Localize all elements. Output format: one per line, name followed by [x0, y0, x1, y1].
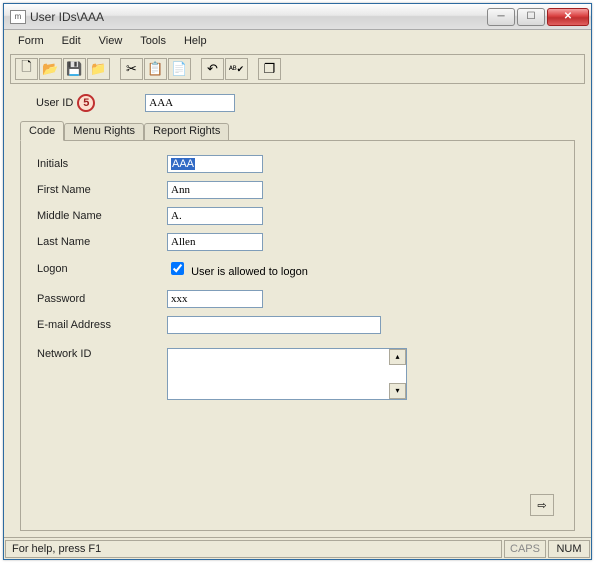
password-label: Password	[37, 293, 167, 305]
middle-name-label: Middle Name	[37, 210, 167, 222]
email-label: E-mail Address	[37, 319, 167, 331]
arrow-right-icon: ⇨	[537, 499, 546, 512]
user-id-row: User ID 5	[36, 94, 575, 112]
open-icon[interactable]: 📂	[39, 58, 62, 80]
step-badge: 5	[77, 94, 95, 112]
statusbar: For help, press F1 CAPS NUM	[4, 537, 591, 559]
tab-menu-rights[interactable]: Menu Rights	[64, 123, 144, 141]
menubar: Form Edit View Tools Help	[4, 30, 591, 52]
logon-checkbox[interactable]	[171, 262, 184, 275]
app-icon: m	[10, 10, 26, 24]
initials-label: Initials	[37, 158, 167, 170]
tab-panel-code: Initials AAA First Name Middle Name Last…	[20, 140, 575, 531]
last-name-label: Last Name	[37, 236, 167, 248]
password-input[interactable]	[167, 290, 263, 308]
email-input[interactable]	[167, 316, 381, 334]
initials-value: AAA	[171, 158, 195, 170]
content-area: User ID 5 Code Menu Rights Report Rights…	[4, 86, 591, 537]
scroll-down-icon[interactable]: ▾	[389, 383, 406, 399]
menu-help[interactable]: Help	[176, 33, 215, 49]
status-num: NUM	[548, 540, 590, 558]
copy-icon[interactable]: 📋	[144, 58, 167, 80]
toolbar: 🗋 📂 💾 📁 ✂ 📋 📄 ↶ ᴬᴮ✔ ❐	[10, 54, 585, 84]
undo-icon[interactable]: ↶	[201, 58, 224, 80]
initials-input[interactable]: AAA	[167, 155, 263, 173]
network-id-label: Network ID	[37, 348, 167, 360]
first-name-label: First Name	[37, 184, 167, 196]
status-caps: CAPS	[504, 540, 546, 558]
menu-tools[interactable]: Tools	[132, 33, 174, 49]
folder-up-icon[interactable]: 📁	[87, 58, 110, 80]
app-window: m User IDs\AAA ─ ☐ ✕ Form Edit View Tool…	[3, 3, 592, 560]
logon-checkbox-row: User is allowed to logon	[167, 259, 308, 278]
logon-label: Logon	[37, 263, 167, 275]
titlebar: m User IDs\AAA ─ ☐ ✕	[4, 4, 591, 30]
cut-icon[interactable]: ✂	[120, 58, 143, 80]
next-arrow-button[interactable]: ⇨	[530, 494, 554, 516]
user-id-label: User ID	[36, 97, 73, 109]
middle-name-input[interactable]	[167, 207, 263, 225]
network-id-input[interactable]: ▴ ▾	[167, 348, 407, 400]
window-title: User IDs\AAA	[30, 10, 487, 24]
spellcheck-icon[interactable]: ᴬᴮ✔	[225, 58, 248, 80]
window-controls: ─ ☐ ✕	[487, 8, 589, 26]
menu-form[interactable]: Form	[10, 33, 52, 49]
cascade-icon[interactable]: ❐	[258, 58, 281, 80]
paste-icon[interactable]: 📄	[168, 58, 191, 80]
tab-report-rights[interactable]: Report Rights	[144, 123, 229, 141]
first-name-input[interactable]	[167, 181, 263, 199]
menu-view[interactable]: View	[91, 33, 131, 49]
menu-edit[interactable]: Edit	[54, 33, 89, 49]
status-help: For help, press F1	[5, 540, 502, 558]
logon-check-label: User is allowed to logon	[191, 266, 308, 278]
network-id-scroll: ▴ ▾	[389, 349, 406, 399]
tab-strip: Code Menu Rights Report Rights	[20, 121, 575, 141]
maximize-button[interactable]: ☐	[517, 8, 545, 26]
tab-code[interactable]: Code	[20, 121, 64, 141]
new-icon[interactable]: 🗋	[15, 58, 38, 80]
minimize-button[interactable]: ─	[487, 8, 515, 26]
network-id-text	[168, 349, 389, 399]
save-icon[interactable]: 💾	[63, 58, 86, 80]
scroll-up-icon[interactable]: ▴	[389, 349, 406, 365]
last-name-input[interactable]	[167, 233, 263, 251]
user-id-input[interactable]	[145, 94, 235, 112]
close-button[interactable]: ✕	[547, 8, 589, 26]
